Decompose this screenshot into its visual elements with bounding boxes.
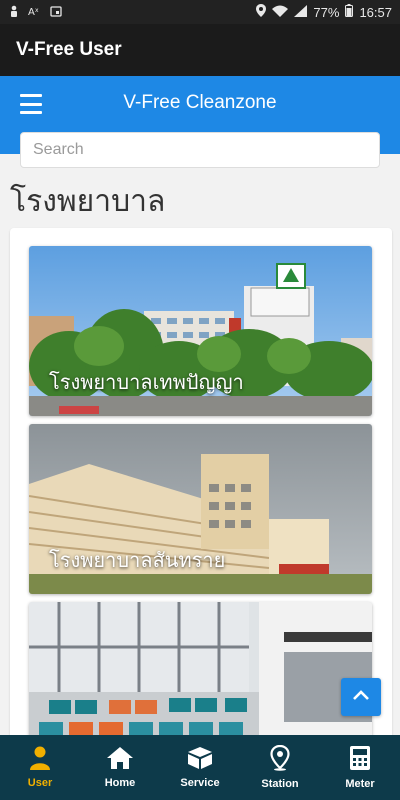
nav-service[interactable]: Service [160, 735, 240, 800]
nav-user[interactable]: User [0, 735, 80, 800]
clock: 16:57 [359, 4, 392, 20]
wifi-icon [272, 5, 289, 20]
signal-icon [294, 4, 308, 20]
header-title: V-Free Cleanzone [123, 92, 277, 113]
nav-meter[interactable]: Meter [320, 735, 400, 800]
box-icon [187, 746, 213, 777]
section-title: โรงพยาบาล [10, 184, 166, 219]
hospital-card[interactable] [29, 602, 372, 748]
hospital-list-card: โรงพยาบาลเทพปัญญา โรงพยาบาลสันทราย [10, 228, 392, 748]
status-bar: Ax 77% 16:57 [0, 0, 400, 24]
svg-text:x: x [35, 7, 39, 14]
hospital-photo [29, 602, 372, 748]
translate-icon: Ax [28, 5, 42, 20]
person-icon [8, 5, 20, 20]
bottom-nav: User Home Service Station Meter [0, 735, 400, 800]
hospital-card[interactable]: โรงพยาบาลเทพปัญญา [29, 246, 372, 416]
chevron-up-icon [352, 688, 370, 706]
nav-label: Service [180, 777, 220, 789]
home-icon [106, 746, 134, 777]
nav-station[interactable]: Station [240, 735, 320, 800]
hospital-name: โรงพยาบาลสันทราย [49, 548, 226, 572]
nav-home[interactable]: Home [80, 735, 160, 800]
hospital-card[interactable]: โรงพยาบาลสันทราย [29, 424, 372, 594]
hospital-name: โรงพยาบาลเทพปัญญา [49, 370, 244, 394]
app-title: V-Free User [16, 39, 122, 60]
nav-label: Home [104, 777, 136, 789]
nav-label: Station [261, 778, 299, 790]
meter-icon [349, 745, 371, 778]
location-icon [256, 4, 267, 20]
battery-percent: 77% [313, 4, 340, 20]
nav-label: User [27, 777, 53, 789]
calendar-icon [50, 5, 62, 20]
app-bar: V-Free User [0, 24, 400, 76]
location-pin-icon [270, 744, 290, 778]
nav-label: Meter [345, 778, 375, 790]
search-input[interactable] [20, 132, 380, 168]
svg-text:A: A [28, 7, 35, 17]
scroll-to-top-button[interactable] [341, 678, 381, 716]
user-icon [29, 746, 51, 777]
battery-icon [345, 4, 354, 20]
